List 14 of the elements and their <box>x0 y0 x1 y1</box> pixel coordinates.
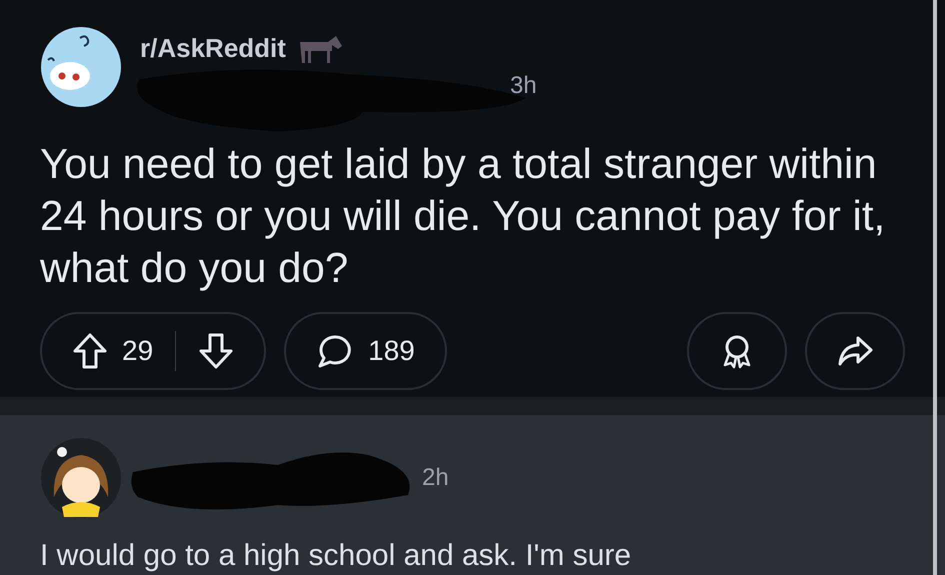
share-icon <box>836 334 874 368</box>
subreddit-name[interactable]: r/AskReddit <box>140 35 286 61</box>
user-avatar-icon[interactable] <box>40 437 122 519</box>
comment-time: 2h <box>422 463 449 493</box>
comment-text: I would go to a high school and ask. I'm sure <box>40 541 632 571</box>
award-button[interactable] <box>687 312 787 390</box>
comments-button[interactable]: 189 <box>284 312 447 390</box>
vote-count: 29 <box>122 334 154 368</box>
post-title: You need to get laid by a total stranger within 24 hours or you will die. You cannot pay for it, what do you do? <box>40 139 886 293</box>
upvote-icon[interactable] <box>72 332 108 370</box>
downvote-icon[interactable] <box>198 332 234 370</box>
post-time: 3h <box>510 74 537 98</box>
subreddit-avatar-icon[interactable] <box>40 26 122 108</box>
share-button[interactable] <box>805 312 905 390</box>
